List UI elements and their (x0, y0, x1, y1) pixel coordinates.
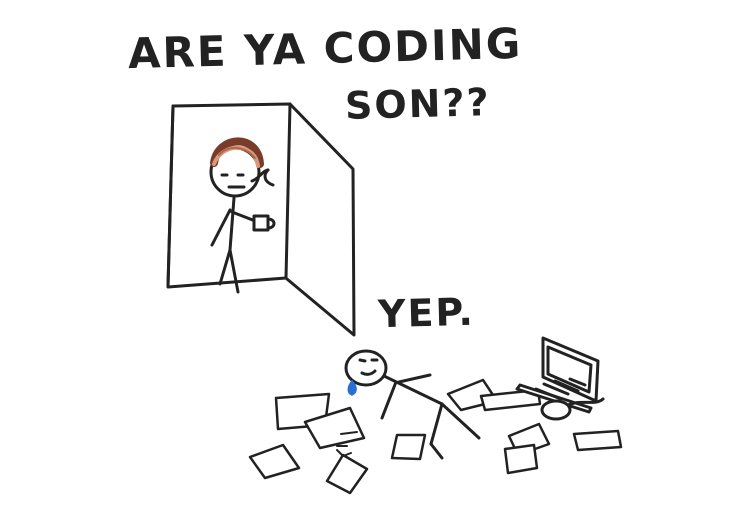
mug-icon (252, 214, 276, 232)
coding-comic: ARE YA CODING SON?? YEP. (0, 0, 738, 523)
floor-papers (248, 378, 623, 495)
caption-line-2: SON?? (344, 80, 492, 128)
caption-line-1: ARE YA CODING (127, 18, 523, 79)
reply-caption: YEP. (377, 289, 476, 337)
comic-drawing (166, 102, 623, 495)
